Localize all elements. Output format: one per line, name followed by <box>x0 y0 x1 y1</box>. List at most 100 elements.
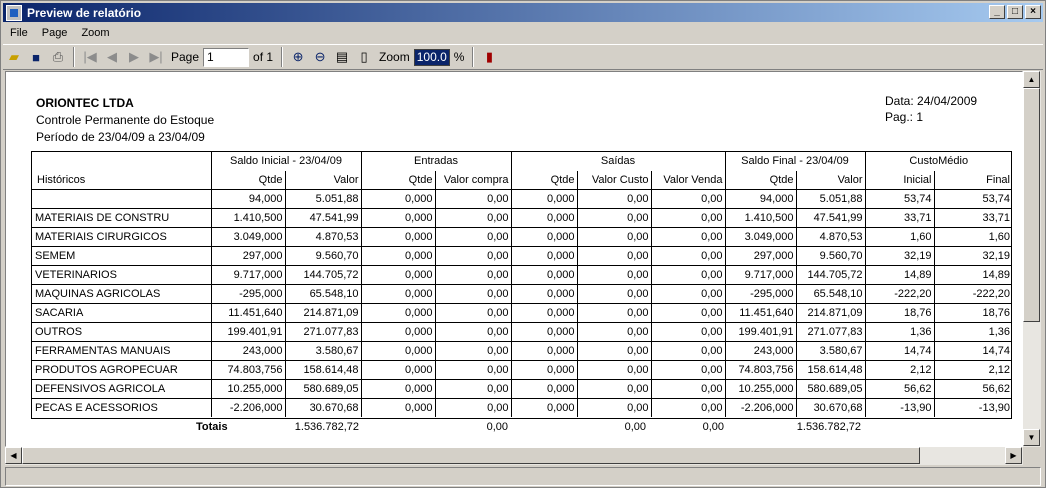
vertical-scrollbar[interactable]: ▲ ▼ <box>1023 71 1041 447</box>
table-cell: 0,00 <box>435 379 512 399</box>
column-header-row: Históricos Qtde Valor Qtde Valor compra … <box>31 171 1012 190</box>
title-bar[interactable]: Preview de relatório _ □ × <box>3 3 1043 22</box>
scroll-right-icon[interactable]: ▶ <box>1005 447 1022 464</box>
table-row: SACARIA 11.451,640 214.871,09 0,000 0,00 0,00… <box>31 303 1012 323</box>
table-cell: 74.803,756 <box>211 360 286 380</box>
next-page-icon[interactable]: ▶ <box>123 46 145 68</box>
page-width-icon[interactable]: ▤ <box>331 46 353 68</box>
horizontal-scrollbar[interactable]: ◀ ▶ <box>5 447 1023 465</box>
table-cell: 1,60 <box>934 227 1012 247</box>
totals-label: Totais <box>196 421 228 433</box>
table-cell: 0,000 <box>361 208 436 228</box>
row-label: SEMEM <box>31 246 212 266</box>
table-cell: -222,20 <box>865 284 935 304</box>
table-cell: 0,00 <box>435 398 512 417</box>
table-row: PECAS E ACESSORIOS -2.206,000 30.670,68 0,0… <box>31 398 1012 417</box>
maximize-button[interactable]: □ <box>1007 5 1023 19</box>
save-icon[interactable]: ■ <box>25 46 47 68</box>
column-header: Valor Venda <box>651 171 726 190</box>
table-cell: 1.410,500 <box>211 208 286 228</box>
table-cell: 0,00 <box>577 189 652 209</box>
table-cell: 10.255,000 <box>211 379 286 399</box>
report-page-number: Pag.: 1 <box>885 110 924 124</box>
zoom-in-icon[interactable]: ⊕ <box>287 46 309 68</box>
minimize-button[interactable]: _ <box>989 5 1005 19</box>
row-label: PECAS E ACESSORIOS <box>31 398 212 417</box>
table-cell: 144.705,72 <box>796 265 866 285</box>
table-cell: 32,19 <box>934 246 1012 266</box>
scroll-down-icon[interactable]: ▼ <box>1023 429 1040 446</box>
table-cell: 14,89 <box>934 265 1012 285</box>
vertical-scroll-thumb[interactable] <box>1023 88 1040 322</box>
group-header: Saldo Inicial - 23/04/09 <box>211 151 362 171</box>
table-row: MATERIAIS DE CONSTRU 1.410,500 47.541,99 0,… <box>31 208 1012 228</box>
zoom-input[interactable]: 100.0 <box>413 48 450 66</box>
column-header: Qtde <box>211 171 286 190</box>
table-cell: 0,000 <box>361 398 436 417</box>
table-cell: 1,36 <box>865 322 935 342</box>
page-count: of 1 <box>253 50 274 64</box>
table-cell: 0,00 <box>651 284 726 304</box>
table-cell: 14,74 <box>865 341 935 361</box>
exit-door-icon[interactable]: ▮ <box>478 46 500 68</box>
table-cell: 0,00 <box>435 284 512 304</box>
close-button[interactable]: × <box>1025 5 1041 19</box>
table-cell: 0,00 <box>577 341 652 361</box>
table-cell: 0,000 <box>361 265 436 285</box>
table-row: 94,000 5.051,88 0,000 0,00 0,000 0,00 0,00 94,0… <box>31 189 1012 209</box>
table-cell: 0,00 <box>577 398 652 417</box>
menu-zoom[interactable]: Zoom <box>74 27 116 39</box>
table-cell: 0,00 <box>435 303 512 323</box>
scroll-left-icon[interactable]: ◀ <box>5 447 22 464</box>
page-number-input[interactable]: 1 <box>203 47 250 67</box>
table-cell: 30.670,68 <box>796 398 866 417</box>
table-cell: 243,000 <box>211 341 286 361</box>
zoom-out-icon[interactable]: ⊖ <box>309 46 331 68</box>
previous-page-icon[interactable]: ◀ <box>101 46 123 68</box>
group-header: Saldo Final - 23/04/09 <box>725 151 866 171</box>
scroll-corner <box>1023 447 1041 465</box>
table-cell: -295,000 <box>725 284 797 304</box>
table-cell: 0,00 <box>435 322 512 342</box>
table-cell: 18,76 <box>865 303 935 323</box>
table-cell: 94,000 <box>211 189 286 209</box>
last-page-icon[interactable]: ▶| <box>145 46 167 68</box>
toolbar-separator <box>73 47 75 67</box>
horizontal-scroll-thumb[interactable] <box>22 447 920 464</box>
table-cell: 0,000 <box>511 246 578 266</box>
totals-saldo-final-valor: 1.536.782,72 <box>796 421 861 433</box>
toolbar: ▰ ■ ⎙ |◀ ◀ ▶ ▶| Page 1 of 1 ⊕ ⊖ ▤ ▯ Zoom… <box>3 44 1043 70</box>
table-cell: 0,000 <box>511 341 578 361</box>
menu-file[interactable]: File <box>3 27 35 39</box>
table-cell: 0,00 <box>435 360 512 380</box>
table-cell: 297,000 <box>211 246 286 266</box>
whole-page-icon[interactable]: ▯ <box>353 46 375 68</box>
table-cell: 0,00 <box>435 341 512 361</box>
group-header: Saídas <box>511 151 726 171</box>
column-header: Qtde <box>361 171 436 190</box>
menu-page[interactable]: Page <box>35 27 75 39</box>
table-row: OUTROS 199.401,91 271.077,83 0,000 0,00 0,000… <box>31 322 1012 342</box>
column-header: Históricos <box>31 171 212 190</box>
open-folder-icon[interactable]: ▰ <box>3 46 25 68</box>
scroll-up-icon[interactable]: ▲ <box>1023 71 1040 88</box>
first-page-icon[interactable]: |◀ <box>79 46 101 68</box>
table-cell: 47.541,99 <box>285 208 362 228</box>
row-label: OUTROS <box>31 322 212 342</box>
column-header: Valor <box>285 171 362 190</box>
print-icon[interactable]: ⎙ <box>47 46 69 68</box>
table-cell: 2,12 <box>865 360 935 380</box>
table-cell: 0,000 <box>361 341 436 361</box>
table-cell: 0,00 <box>651 379 726 399</box>
table-cell: 0,00 <box>651 265 726 285</box>
table-cell: 2,12 <box>934 360 1012 380</box>
table-cell: 0,000 <box>511 322 578 342</box>
table-cell: 53,74 <box>865 189 935 209</box>
row-label: PRODUTOS AGROPECUAR <box>31 360 212 380</box>
row-label <box>31 189 212 209</box>
report-subtitle: Controle Permanente do Estoque <box>36 113 215 127</box>
table-cell: 0,00 <box>435 265 512 285</box>
table-cell: 11.451,640 <box>211 303 286 323</box>
group-header: Entradas <box>361 151 512 171</box>
table-cell: 0,00 <box>435 208 512 228</box>
